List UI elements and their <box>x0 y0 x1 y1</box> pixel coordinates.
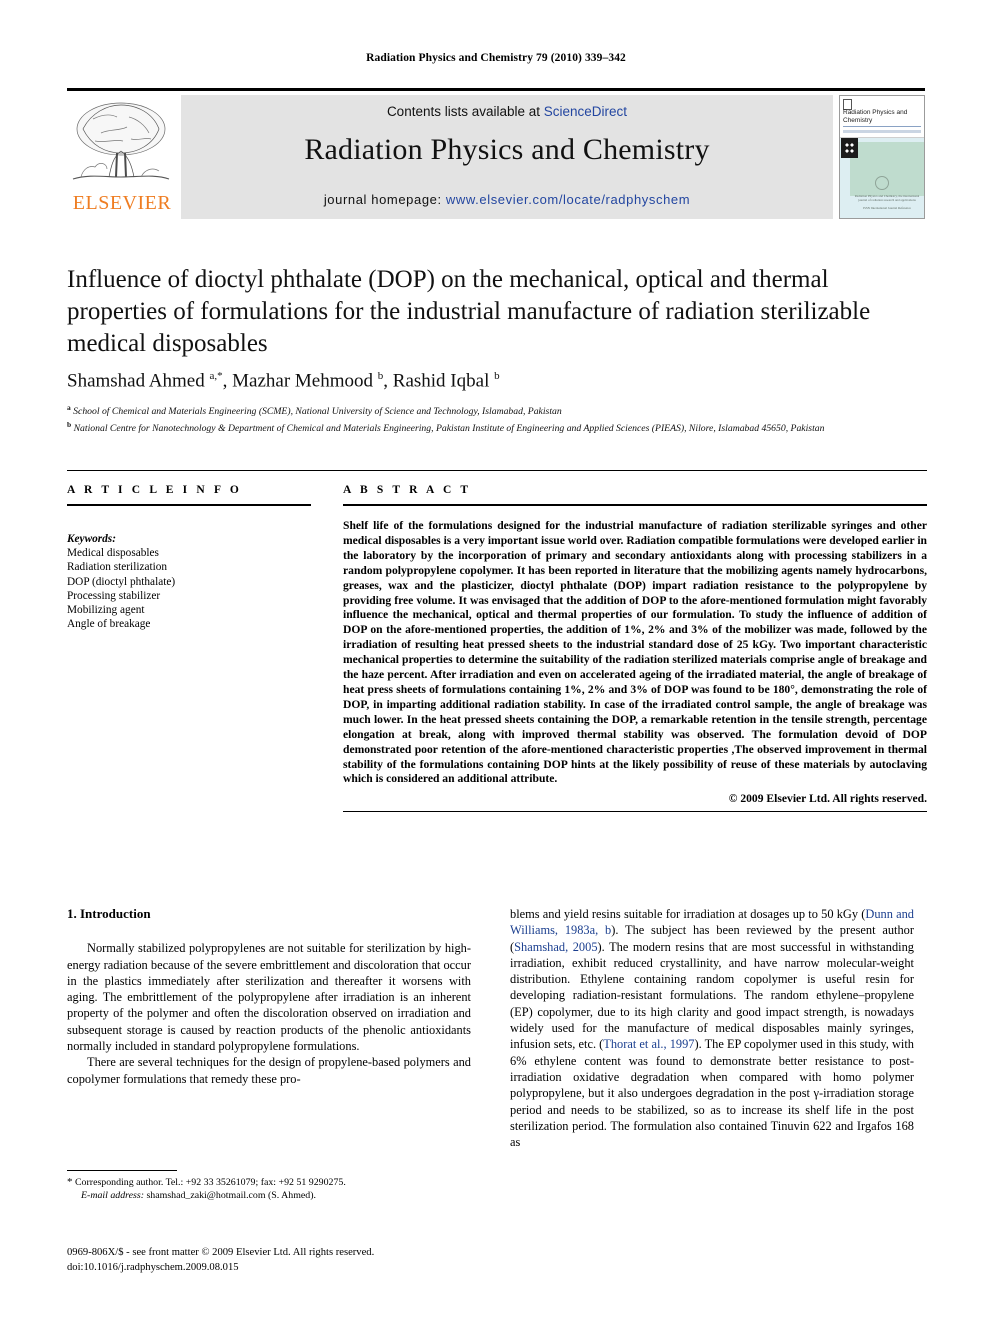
intro-paragraph-2-left: There are several techniques for the des… <box>67 1055 471 1086</box>
corresponding-author-note: * Corresponding author. Tel.: +92 33 352… <box>67 1176 471 1189</box>
intro-text-c: ). The modern resins that are most succe… <box>510 939 915 1052</box>
abstract-rule <box>343 504 927 506</box>
affiliations: a School of Chemical and Materials Engin… <box>67 401 927 436</box>
elsevier-tree-icon <box>72 102 170 180</box>
email-note: E-mail address: shamshad_zaki@hotmail.co… <box>67 1189 471 1202</box>
cover-header: Radiation Physics and Chemistry <box>840 96 924 138</box>
affiliation-b: b National Centre for Nanotechnology & D… <box>67 420 825 435</box>
cover-footer: ISSN International Journal Reference <box>863 206 911 210</box>
abstract-copyright: © 2009 Elsevier Ltd. All rights reserved… <box>728 792 927 806</box>
footnote-block: * Corresponding author. Tel.: +92 33 352… <box>67 1176 471 1203</box>
journal-article-page: Radiation Physics and Chemistry 79 (2010… <box>0 0 992 1323</box>
divider-above-abstract <box>67 470 927 471</box>
keyword-item: Radiation sterilization <box>67 561 168 574</box>
intro-text-d: ). The EP copolymer used in this study, … <box>510 1037 914 1150</box>
cover-rule-2 <box>843 130 921 133</box>
journal-title: Radiation Physics and Chemistry <box>304 133 710 166</box>
keyword-item: Medical disposables <box>67 547 159 560</box>
page-title: Influence of dioctyl phthalate (DOP) on … <box>67 266 871 357</box>
article-info-heading: A R T I C L E I N F O <box>67 484 242 496</box>
divider-below-abstract <box>343 811 927 813</box>
keyword-item: Angle of breakage <box>67 618 151 631</box>
elsevier-logo: ELSEVIER <box>67 95 177 219</box>
affiliation-b-text: National Centre for Nanotechnology & Dep… <box>73 423 825 435</box>
affiliation-a: a School of Chemical and Materials Engin… <box>67 403 562 418</box>
contents-list-line: Contents lists available at ScienceDirec… <box>181 104 833 119</box>
email-address[interactable]: shamshad_zaki@hotmail.com (S. Ahmed). <box>146 1190 316 1201</box>
sciencedirect-link[interactable]: ScienceDirect <box>544 104 627 119</box>
citation-shamshad[interactable]: Shamshad, 2005 <box>514 940 597 954</box>
keywords-block: Keywords: Medical disposables Radiation … <box>67 532 311 631</box>
cover-publisher-icon <box>841 138 858 158</box>
keyword-item: Mobilizing agent <box>67 604 145 617</box>
author-list: Shamshad Ahmed a,*, Mazhar Mehmood b, Ra… <box>67 370 500 392</box>
cover-journal-title: Radiation Physics and Chemistry <box>843 109 908 124</box>
body-column-right: blems and yield resins suitable for irra… <box>510 906 914 1150</box>
journal-cover-thumbnail[interactable]: Radiation Physics and Chemistry Radiatio… <box>839 95 925 219</box>
doi-line[interactable]: doi:10.1016/j.radphyschem.2009.08.015 <box>67 1261 527 1276</box>
corresponding-author-text: Corresponding author. Tel.: +92 33 35261… <box>74 1177 346 1188</box>
journal-masthead: ELSEVIER Contents lists available at Sci… <box>67 88 925 219</box>
abstract-heading: A B S T R A C T <box>343 484 472 496</box>
intro-paragraph-2-right: blems and yield resins suitable for irra… <box>510 906 914 1150</box>
abstract-column: A B S T R A C T Shelf life of the formul… <box>343 484 927 813</box>
footnote-divider <box>67 1170 177 1171</box>
contents-prefix: Contents lists available at <box>386 104 544 119</box>
body-column-left: 1. Introduction Normally stabilized poly… <box>67 906 471 1087</box>
asterisk-icon: * <box>67 1176 73 1188</box>
homepage-prefix: journal homepage: <box>323 192 446 207</box>
journal-homepage-link[interactable]: www.elsevier.com/locate/radphyschem <box>446 192 690 207</box>
keyword-item: Processing stabilizer <box>67 589 161 602</box>
article-info-rule <box>67 504 311 506</box>
citation-thorat[interactable]: Thorat et al., 1997 <box>603 1037 694 1051</box>
keywords-label: Keywords: <box>67 533 116 545</box>
cover-emblem-icon <box>875 175 889 190</box>
journal-homepage-line: journal homepage: www.elsevier.com/locat… <box>181 192 833 207</box>
masthead-banner: Contents lists available at ScienceDirec… <box>181 95 833 219</box>
intro-paragraph-1: Normally stabilized polypropylenes are n… <box>67 941 471 1054</box>
affiliation-a-text: School of Chemical and Materials Enginee… <box>73 406 562 418</box>
keyword-item: DOP (dioctyl phthalate) <box>67 575 176 588</box>
abstract-text: Shelf life of the formulations designed … <box>343 519 927 786</box>
cover-caption: Radiation Physics and Chemistry, the int… <box>854 194 920 203</box>
intro-text-a: blems and yield resins suitable for irra… <box>510 907 866 921</box>
email-label: E-mail address: <box>81 1190 144 1202</box>
issn-line: 0969-806X/$ - see front matter © 2009 El… <box>67 1247 375 1258</box>
cover-rule-1 <box>843 126 921 128</box>
running-head: Radiation Physics and Chemistry 79 (2010… <box>366 52 626 64</box>
imprint-block: 0969-806X/$ - see front matter © 2009 El… <box>67 1246 527 1275</box>
article-info-column: A R T I C L E I N F O Keywords: Medical … <box>67 484 311 631</box>
cover-green-panel <box>850 142 924 196</box>
section-heading-introduction: 1. Introduction <box>67 906 151 921</box>
elsevier-wordmark: ELSEVIER <box>72 192 172 214</box>
